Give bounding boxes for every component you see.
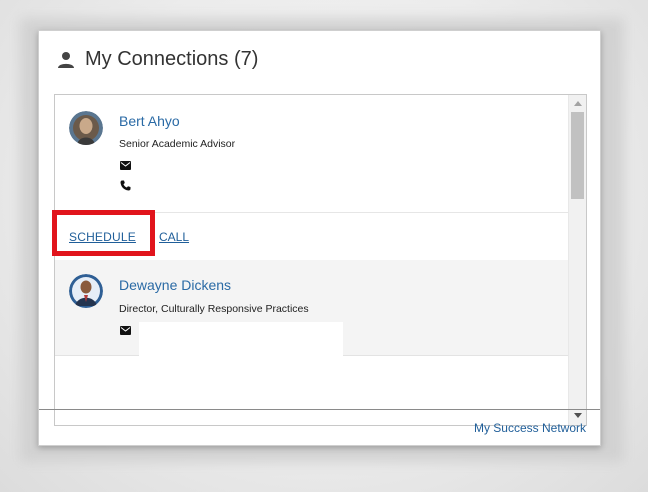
avatar [69,274,103,308]
highlight-annotation [52,210,155,256]
scroll-thumb[interactable] [571,112,584,199]
connections-list[interactable]: Bert Ahyo Senior Academic Advisor SCHEDU… [54,94,587,426]
connections-list-content: Bert Ahyo Senior Academic Advisor SCHEDU… [55,95,568,425]
mail-icon[interactable] [120,326,131,335]
my-success-network-link[interactable]: My Success Network [474,421,586,435]
card-header: My Connections (7) [39,31,600,89]
redacted-area [139,322,343,358]
list-scrollbar[interactable] [568,95,586,425]
list-item [55,356,568,425]
card-title: My Connections (7) [85,48,259,70]
connection-name-link[interactable]: Dewayne Dickens [119,277,231,293]
phone-icon[interactable] [120,180,131,191]
scroll-down-arrow-icon[interactable] [574,413,582,418]
mail-icon[interactable] [120,161,131,170]
footer-divider [39,409,600,410]
call-link[interactable]: CALL [159,230,189,244]
list-item: Bert Ahyo Senior Academic Advisor [55,95,568,212]
connection-name-link[interactable]: Bert Ahyo [119,113,180,129]
person-icon [58,52,74,68]
scroll-up-arrow-icon[interactable] [574,101,582,106]
connection-role: Director, Culturally Responsive Practice… [119,303,309,315]
connection-role: Senior Academic Advisor [119,138,236,150]
avatar [69,111,103,145]
